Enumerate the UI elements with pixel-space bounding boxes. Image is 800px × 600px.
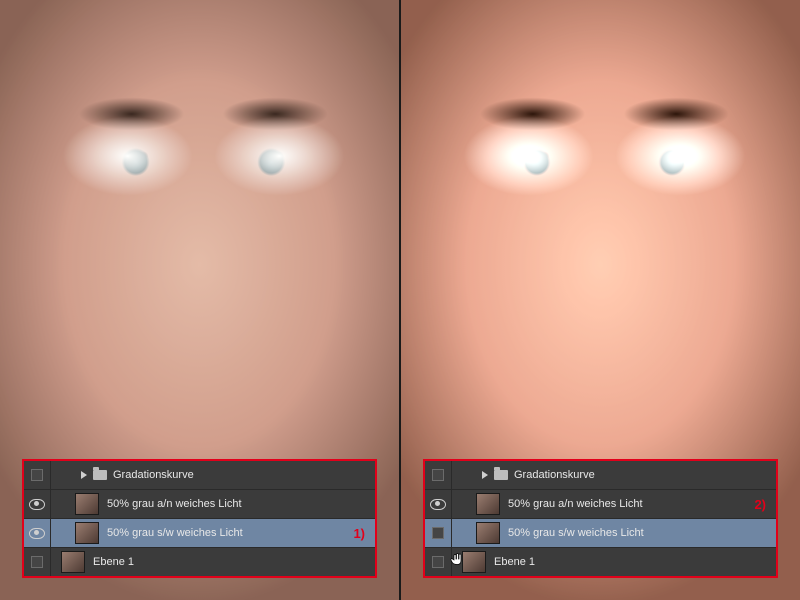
layer-thumbnail (75, 522, 99, 544)
layers-panel-right: Gradationskurve 50% grau a/n weiches Lic… (423, 459, 778, 578)
folder-icon (93, 470, 107, 480)
pane-right: Gradationskurve 50% grau a/n weiches Lic… (399, 0, 800, 600)
layer-thumbnail (476, 522, 500, 544)
layer-thumbnail (61, 551, 85, 573)
layer-row[interactable]: Ebene 1 (425, 547, 776, 576)
layer-row[interactable]: 50% grau a/n weiches Licht 2) (425, 489, 776, 518)
layer-label: 50% grau a/n weiches Licht (508, 498, 643, 510)
visibility-toggle[interactable] (24, 519, 51, 547)
visibility-toggle[interactable] (425, 548, 452, 576)
layer-label: 50% grau s/w weiches Licht (508, 527, 644, 539)
folder-icon (494, 470, 508, 480)
eye-icon (430, 499, 446, 510)
comparison-split: Gradationskurve 50% grau a/n weiches Lic… (0, 0, 800, 600)
layer-label: Ebene 1 (494, 556, 535, 568)
visibility-toggle[interactable] (425, 490, 452, 518)
visibility-toggle[interactable] (425, 519, 452, 547)
layer-thumbnail (476, 493, 500, 515)
layer-row[interactable]: 50% grau a/n weiches Licht (24, 489, 375, 518)
layer-row[interactable]: 50% grau s/w weiches Licht 1) (24, 518, 375, 547)
layer-row-group[interactable]: Gradationskurve (425, 461, 776, 489)
disclosure-triangle-icon[interactable] (81, 471, 87, 479)
layer-row[interactable]: Ebene 1 (24, 547, 375, 576)
eye-icon (29, 499, 45, 510)
visibility-toggle[interactable] (24, 548, 51, 576)
layer-row[interactable]: 50% grau s/w weiches Licht (425, 518, 776, 547)
disclosure-triangle-icon[interactable] (482, 471, 488, 479)
layer-thumbnail (75, 493, 99, 515)
layer-label: Gradationskurve (514, 469, 595, 481)
layer-row-group[interactable]: Gradationskurve (24, 461, 375, 489)
layer-label: 50% grau a/n weiches Licht (107, 498, 242, 510)
visibility-toggle[interactable] (24, 461, 51, 489)
layer-label: Ebene 1 (93, 556, 134, 568)
callout-label: 1) (353, 526, 365, 541)
visibility-toggle[interactable] (425, 461, 452, 489)
callout-label: 2) (754, 497, 766, 512)
layer-label: Gradationskurve (113, 469, 194, 481)
visibility-toggle[interactable] (24, 490, 51, 518)
pane-left: Gradationskurve 50% grau a/n weiches Lic… (0, 0, 399, 600)
layer-label: 50% grau s/w weiches Licht (107, 527, 243, 539)
eye-icon (29, 528, 45, 539)
layers-panel-left: Gradationskurve 50% grau a/n weiches Lic… (22, 459, 377, 578)
layer-thumbnail (462, 551, 486, 573)
